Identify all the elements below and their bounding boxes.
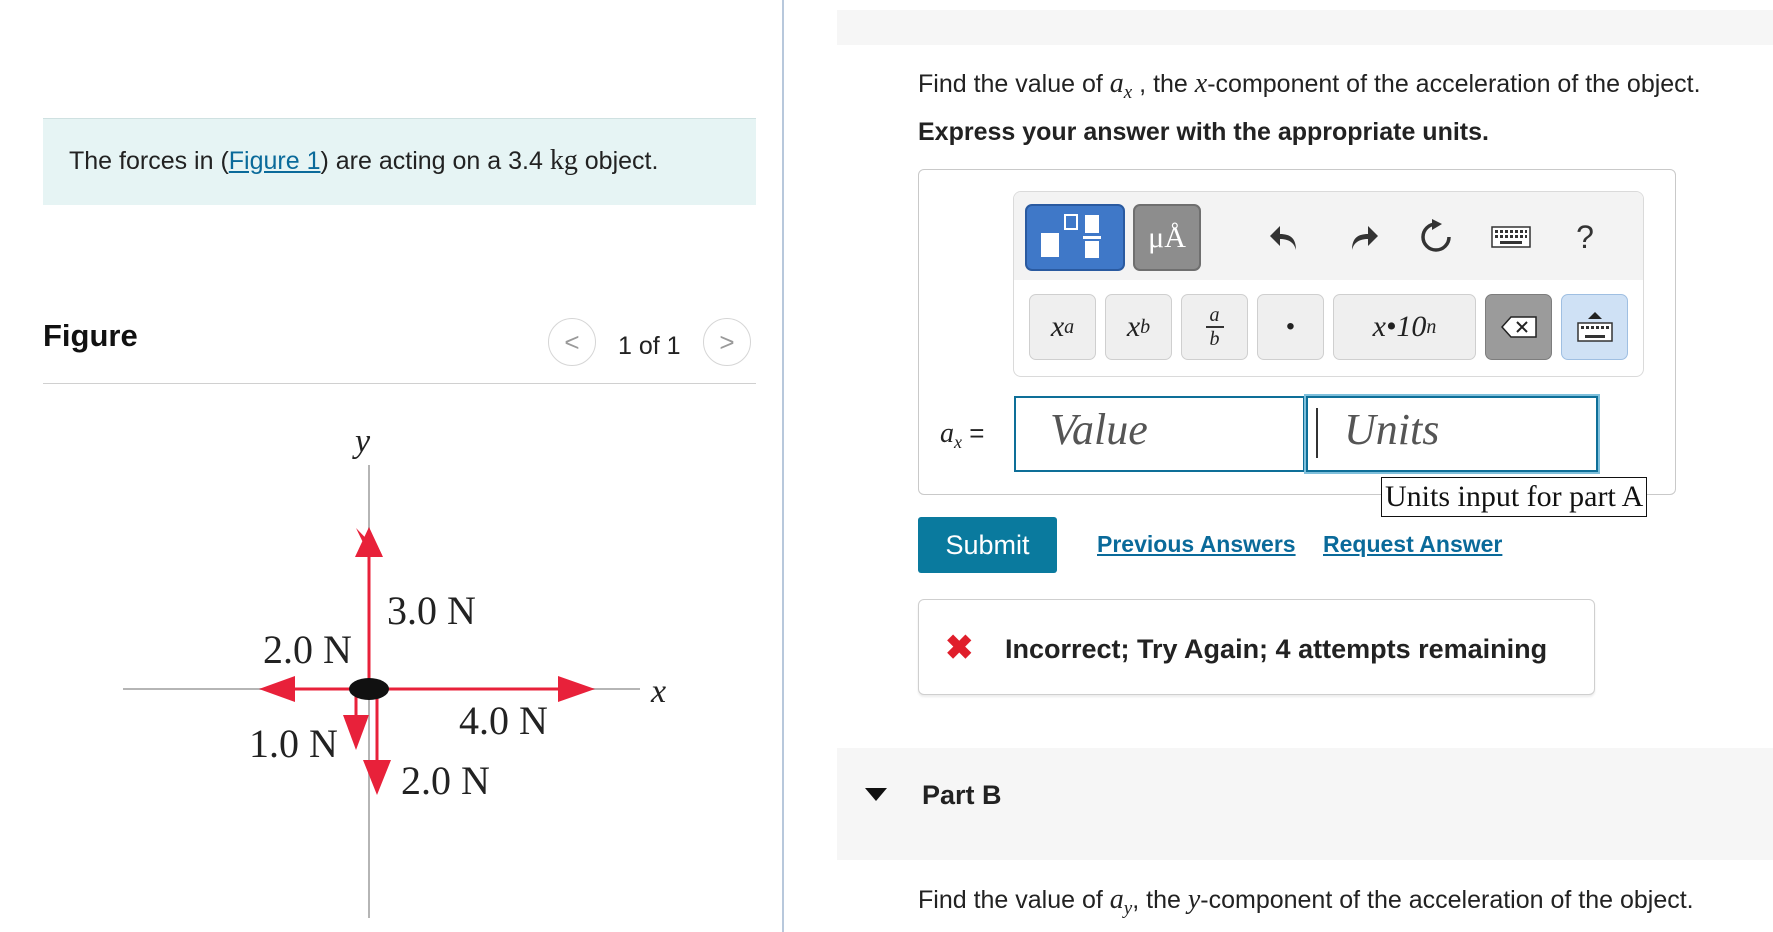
- figure-next-button[interactable]: >: [703, 318, 751, 366]
- object-dot: [349, 678, 389, 700]
- figure-link[interactable]: Figure 1: [229, 147, 321, 175]
- part-b-title[interactable]: Part B: [922, 780, 1002, 811]
- force-down-arrow: [363, 760, 391, 795]
- superscript-exp: a: [1064, 315, 1075, 338]
- keyboard-toggle-button[interactable]: [1561, 294, 1628, 360]
- help-button[interactable]: ?: [1563, 215, 1607, 259]
- question-a-var: a: [1109, 68, 1124, 99]
- answer-label: ax =: [940, 418, 984, 453]
- force-down-left-label: 1.0 N: [249, 721, 338, 766]
- keyboard-toggle-icon: [1576, 312, 1613, 342]
- force-right-arrow: [558, 676, 595, 702]
- units-symbols-button[interactable]: μÅ: [1133, 204, 1201, 271]
- problem-text-end: object.: [577, 147, 659, 175]
- superscript-button[interactable]: xa: [1029, 294, 1096, 360]
- question-b-var: a: [1109, 884, 1124, 915]
- backspace-icon: [1500, 316, 1537, 338]
- x-axis-label: x: [650, 673, 666, 710]
- fraction-icon: a b: [1205, 304, 1224, 350]
- problem-text-start: The forces in (: [69, 147, 229, 175]
- multiply-dot-button[interactable]: •: [1257, 294, 1324, 360]
- fraction-bottom: b: [1209, 327, 1220, 350]
- question-a-suffix: -component of the acceleration of the ob…: [1207, 70, 1701, 98]
- figure-heading: Figure: [43, 318, 138, 353]
- caret-down-icon[interactable]: [864, 787, 888, 803]
- force-left-arrow: [259, 676, 295, 702]
- answer-label-sub: x: [954, 432, 962, 453]
- subscript-base: x: [1126, 310, 1141, 343]
- question-b-mid: , the: [1132, 886, 1188, 914]
- question-a-var-sub: x: [1123, 82, 1133, 103]
- fraction-button[interactable]: a b: [1181, 294, 1248, 360]
- force-diagram: y x 3.0 N 2.0 N 1.0 N 4.0 N 2.0 N: [123, 423, 666, 918]
- undo-button[interactable]: [1263, 215, 1307, 259]
- redo-button[interactable]: [1341, 215, 1385, 259]
- pane-divider[interactable]: [782, 0, 784, 932]
- fraction-top: a: [1209, 304, 1220, 327]
- figure-counter: 1 of 1: [618, 332, 681, 360]
- part-b-question: Find the value of ay, the y-component of…: [918, 884, 1694, 920]
- value-input[interactable]: Value: [1014, 396, 1305, 472]
- answer-label-eq: =: [962, 418, 985, 448]
- superscript-base: x: [1050, 310, 1065, 343]
- reset-button[interactable]: [1414, 215, 1458, 259]
- templates-icon: [1041, 214, 1101, 258]
- question-b-prefix: Find the value of: [918, 886, 1110, 914]
- part-a-question: Find the value of ax , the x-component o…: [918, 68, 1701, 104]
- figure-divider: [43, 383, 756, 384]
- force-left-label: 2.0 N: [263, 627, 352, 672]
- feedback-message: Incorrect; Try Again; 4 attempts remaini…: [1005, 634, 1548, 664]
- text-cursor: [1316, 408, 1318, 458]
- units-symbols-label: μÅ: [1148, 220, 1186, 254]
- units-input[interactable]: Units: [1306, 396, 1598, 472]
- submit-button[interactable]: Submit: [918, 517, 1057, 573]
- part-a-header-strip: [837, 10, 1773, 45]
- units-tooltip: Units input for part A: [1381, 477, 1648, 517]
- problem-statement: The forces in (Figure 1) are acting on a…: [69, 145, 658, 177]
- question-a-mid: , the: [1132, 70, 1195, 98]
- redo-icon: [1352, 226, 1378, 250]
- problem-text-mid: ) are acting on a 3.4: [320, 147, 550, 175]
- undo-icon: [1270, 226, 1296, 250]
- request-answer-link[interactable]: Request Answer: [1323, 531, 1502, 558]
- chevron-left-icon: <: [564, 326, 580, 357]
- question-b-suffix: -component of the acceleration of the ob…: [1200, 886, 1694, 914]
- incorrect-x-icon: ✖: [945, 629, 974, 667]
- force-right-label: 4.0 N: [459, 698, 548, 743]
- reset-icon: [1421, 219, 1451, 252]
- mass-unit: kg: [549, 145, 578, 176]
- answer-label-var: a: [940, 418, 954, 449]
- question-b-var-sub: y: [1123, 898, 1133, 919]
- force-down-label: 2.0 N: [401, 758, 490, 803]
- keyboard-icon: [1491, 226, 1531, 248]
- part-a-instruction: Express your answer with the appropriate…: [918, 118, 1489, 146]
- templates-button[interactable]: [1025, 204, 1125, 271]
- force-up-label: 3.0 N: [387, 588, 476, 633]
- question-b-axis: y: [1187, 884, 1201, 915]
- backspace-button[interactable]: [1485, 294, 1552, 360]
- keyboard-shortcuts-button[interactable]: [1489, 215, 1533, 259]
- question-a-prefix: Find the value of: [918, 70, 1110, 98]
- force-down-left-arrow: [343, 715, 369, 750]
- y-axis-label: y: [352, 423, 371, 460]
- sci-notation-base: x•10: [1372, 310, 1427, 343]
- previous-answers-link[interactable]: Previous Answers: [1097, 531, 1296, 558]
- figure-prev-button[interactable]: <: [548, 318, 596, 366]
- subscript-button[interactable]: xb: [1105, 294, 1172, 360]
- question-a-axis: x: [1194, 68, 1208, 99]
- chevron-right-icon: >: [719, 326, 735, 357]
- sci-notation-exp: n: [1426, 315, 1437, 338]
- scientific-notation-button[interactable]: x•10 n: [1333, 294, 1476, 360]
- subscript-index: b: [1140, 315, 1151, 338]
